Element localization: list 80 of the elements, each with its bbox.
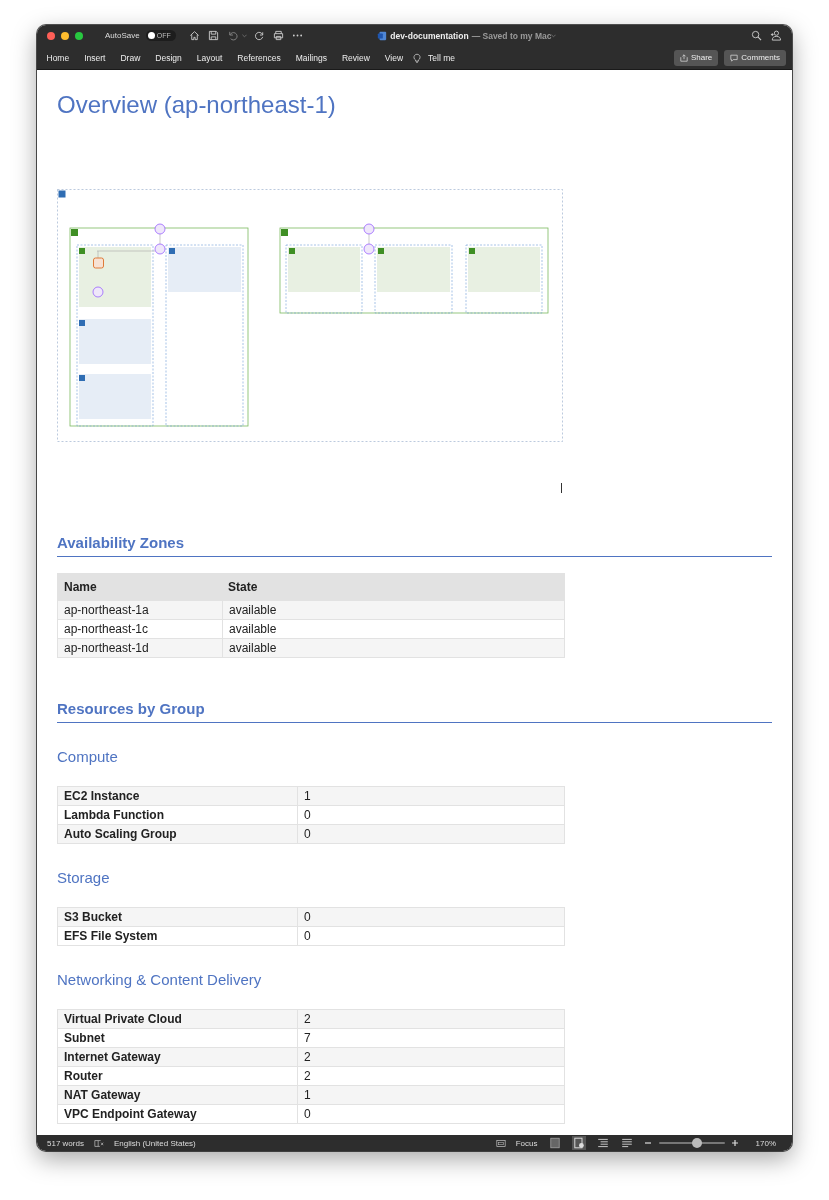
- ribbon-tab[interactable]: Mailings: [288, 48, 335, 67]
- text-cursor: [561, 483, 562, 493]
- ribbon-tab[interactable]: Home: [39, 48, 77, 67]
- resource-name: Auto Scaling Group: [58, 825, 298, 843]
- proofing-icon[interactable]: [93, 1138, 104, 1148]
- resource-name: Subnet: [58, 1029, 298, 1047]
- share-icon: [679, 53, 688, 62]
- undo-icon[interactable]: [226, 30, 238, 41]
- subsection-heading: Compute: [57, 748, 119, 766]
- ribbon-tab[interactable]: View: [377, 48, 411, 67]
- save-status: — Saved to my Mac: [471, 30, 552, 41]
- table-cell: ap-northeast-1a: [58, 601, 223, 619]
- resource-count: 2: [303, 1011, 312, 1028]
- resource-count: 1: [303, 788, 312, 805]
- print-layout-icon[interactable]: [571, 1136, 586, 1150]
- outline-icon[interactable]: [595, 1136, 610, 1150]
- resource-count: 0: [303, 826, 312, 843]
- resource-count: 0: [303, 1106, 312, 1123]
- resource-count: 0: [303, 928, 312, 945]
- document-heading: Overview (ap-northeast-1): [57, 91, 337, 119]
- share-button[interactable]: Share: [673, 49, 719, 66]
- resource-name: Router: [58, 1067, 298, 1085]
- comment-icon: [730, 53, 739, 62]
- minimize-button[interactable]: [61, 31, 69, 40]
- close-button[interactable]: [47, 31, 55, 40]
- document-icon: [377, 30, 388, 41]
- zoom-button[interactable]: [75, 31, 83, 40]
- person-icon[interactable]: [770, 30, 781, 41]
- resource-name: EFS File System: [58, 927, 298, 945]
- plus-icon: [730, 1139, 739, 1147]
- ribbon-tab[interactable]: References: [229, 48, 289, 67]
- table-cell: ap-northeast-1c: [58, 620, 223, 638]
- ribbon-tab[interactable]: Review: [334, 48, 378, 67]
- resource-count: 2: [303, 1049, 312, 1066]
- resource-count: 0: [303, 807, 312, 824]
- column-header: Name: [63, 579, 98, 596]
- resource-count: 0: [303, 909, 312, 926]
- language-label[interactable]: English (United States): [113, 1138, 196, 1148]
- lightbulb-icon[interactable]: [412, 52, 421, 63]
- subsection-heading: Networking & Content Delivery: [57, 971, 263, 989]
- save-icon[interactable]: [207, 30, 219, 41]
- resource-name: Lambda Function: [58, 806, 298, 824]
- comments-button[interactable]: Comments: [724, 49, 786, 66]
- ribbon-tab[interactable]: Layout: [189, 48, 230, 67]
- redo-icon[interactable]: [253, 30, 265, 41]
- page-view-icon[interactable]: [547, 1136, 562, 1150]
- search-icon[interactable]: [751, 30, 762, 41]
- ribbon-tab[interactable]: Design: [147, 48, 190, 67]
- zoom-percentage[interactable]: 170%: [755, 1138, 776, 1148]
- resource-name: Internet Gateway: [58, 1048, 298, 1066]
- section-heading: Resources by Group: [57, 700, 772, 723]
- resource-count: 1: [303, 1087, 312, 1104]
- print-icon[interactable]: [272, 30, 284, 41]
- focus-icon[interactable]: [495, 1138, 506, 1148]
- resource-name: EC2 Instance: [58, 787, 298, 805]
- resource-name: Virtual Private Cloud: [58, 1010, 298, 1028]
- resource-name: NAT Gateway: [58, 1086, 298, 1104]
- document-title: dev-documentation: [390, 30, 469, 41]
- word-count[interactable]: 517 words: [47, 1138, 84, 1148]
- resource-name: S3 Bucket: [58, 908, 298, 926]
- home-icon[interactable]: [188, 30, 200, 41]
- tell-me-button[interactable]: Tell me: [420, 48, 463, 67]
- autosave-label: AutoSave: [105, 31, 140, 40]
- ribbon-tab[interactable]: Insert: [76, 48, 113, 67]
- section-heading: Availability Zones: [57, 534, 772, 557]
- resource-name: VPC Endpoint Gateway: [58, 1105, 298, 1123]
- table-cell: ap-northeast-1d: [58, 639, 223, 657]
- slider-thumb[interactable]: [691, 1138, 702, 1148]
- subsection-heading: Storage: [57, 869, 111, 887]
- zoom-in-button[interactable]: [730, 1138, 740, 1148]
- ribbon-tab[interactable]: Draw: [112, 48, 148, 67]
- draft-icon[interactable]: [619, 1136, 634, 1150]
- table-cell-text: available: [228, 621, 278, 638]
- resource-count: 2: [303, 1068, 312, 1085]
- resource-count: 7: [303, 1030, 312, 1047]
- focus-button[interactable]: Focus: [515, 1138, 538, 1148]
- table-cell-text: available: [228, 640, 278, 657]
- column-header: State: [227, 579, 259, 596]
- minus-icon: [643, 1139, 652, 1147]
- table-cell-text: available: [228, 602, 278, 619]
